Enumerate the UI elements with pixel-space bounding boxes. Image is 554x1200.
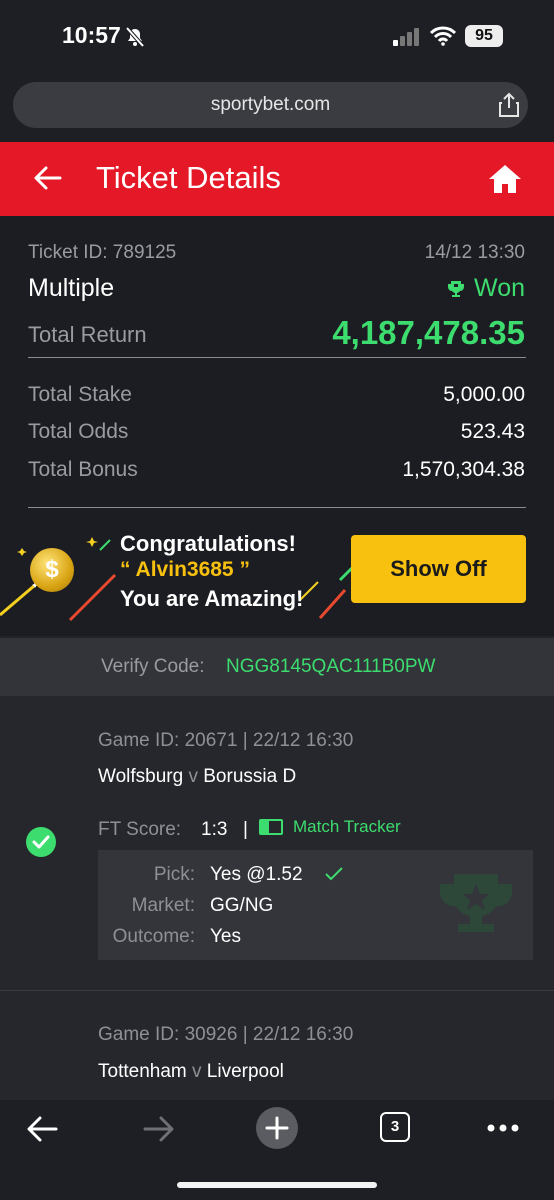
status-text: Won [474,274,525,302]
bell-muted-icon [125,26,145,48]
divider [28,507,526,508]
verify-code-bar: Verify Code: NGG8145QAC111B0PW [0,638,554,696]
show-off-button[interactable]: Show Off [351,535,526,603]
total-stake-label: Total Stake [28,383,132,406]
home-team: Wolfsburg [98,766,184,787]
checkmark-icon [325,867,343,881]
address-bar[interactable]: sportybet.com [13,82,528,128]
total-return-value: 4,187,478.35 [332,314,525,351]
more-options-icon[interactable] [487,1124,519,1132]
divider [28,357,526,358]
url-text: sportybet.com [210,94,331,115]
versus: v [188,766,198,787]
pick-value: Yes @1.52 [210,864,303,885]
total-odds-label: Total Odds [28,420,129,443]
ft-score-label: FT Score: [98,819,182,840]
battery-indicator: 95 [465,25,503,47]
total-bonus-value: 1,570,304.38 [402,458,525,481]
home-icon[interactable] [487,162,523,196]
ticket-id: Ticket ID: 789125 [28,242,177,263]
ft-score-value: 1:3 [201,819,228,840]
home-team: Tottenham [98,1061,187,1082]
won-badge: Won [446,274,525,303]
cellular-signal-icon [393,28,419,46]
congrats-username: “ Alvin3685 ” [120,558,250,581]
wifi-icon [430,26,456,46]
trophy-icon [448,280,465,297]
away-team: Liverpool [206,1061,284,1082]
tabs-count-button[interactable]: 3 [380,1112,410,1142]
separator: | [243,819,248,840]
total-return-label: Total Return [28,322,147,347]
market-value: GG/NG [210,895,274,916]
versus: v [192,1061,202,1082]
check-circle-icon [26,827,56,857]
status-bar: 10:57 95 [0,0,554,74]
match-teams: Wolfsburg v Borussia D [98,766,296,788]
browser-back-icon[interactable] [26,1115,58,1143]
page-title: Ticket Details [96,160,281,195]
game-id: Game ID: 20671 | 22/12 16:30 [98,730,354,751]
match-tracker-label: Match Tracker [293,817,401,836]
page-header: Ticket Details [0,142,554,216]
congrats-message: You are Amazing! [120,586,304,611]
browser-forward-icon[interactable] [143,1115,175,1143]
match-teams: Tottenham v Liverpool [98,1061,284,1083]
total-stake-value: 5,000.00 [443,383,525,406]
away-team: Borussia D [203,766,297,787]
share-icon[interactable] [498,92,520,118]
outcome-label: Outcome: [112,926,195,947]
coin-icon: $ [30,548,74,592]
match-tracker-link[interactable]: Match Tracker [259,817,401,837]
trophy-watermark-icon [439,874,513,932]
game-item: Game ID: 30926 | 22/12 16:30 Tottenham v… [0,991,554,1100]
browser-url-area: sportybet.com [0,74,554,142]
pick-details: Pick: Yes @1.52 Market: GG/NG Outcome: Y… [98,850,533,960]
plus-icon [265,1116,289,1140]
pick-label: Pick: [153,864,195,885]
total-bonus-label: Total Bonus [28,458,138,481]
total-odds-value: 523.43 [460,420,525,443]
ticket-date: 14/12 13:30 [424,242,525,263]
home-indicator [177,1182,377,1188]
new-tab-button[interactable] [256,1107,298,1149]
verify-code[interactable]: NGG8145QAC111B0PW [226,656,435,678]
pitch-icon [259,819,283,835]
verify-label: Verify Code: [101,656,205,677]
market-label: Market: [131,895,195,916]
clock: 10:57 [62,22,121,48]
outcome-value: Yes [210,926,241,947]
back-arrow-icon[interactable] [32,162,64,194]
bet-type: Multiple [28,274,115,302]
congrats-title: Congratulations! [120,531,296,556]
game-id: Game ID: 30926 | 22/12 16:30 [98,1024,354,1045]
